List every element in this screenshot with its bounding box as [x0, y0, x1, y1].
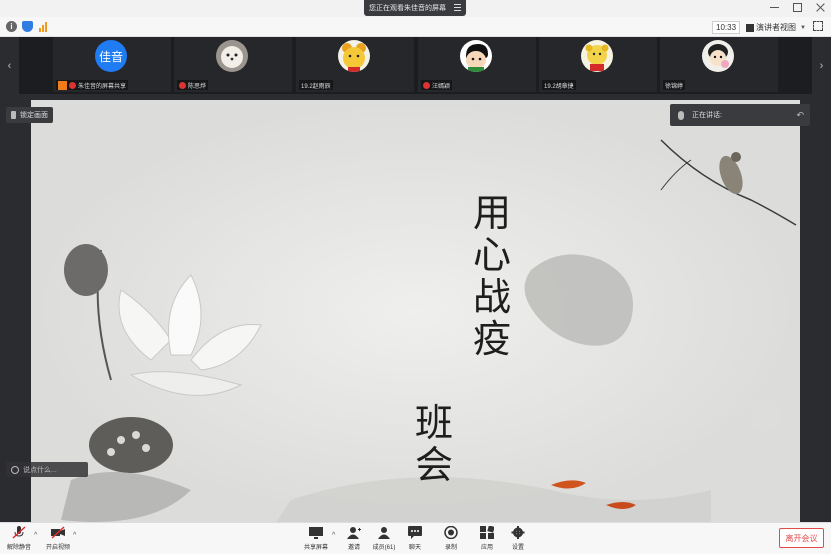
leave-meeting-button[interactable]: 离开会议: [779, 528, 824, 548]
avatar: [460, 40, 492, 72]
record-label: 录制: [444, 545, 457, 551]
participant-tile[interactable]: 佳音 朱佳音的屏幕共享: [53, 37, 171, 92]
window-titlebar: 您正在观看朱佳音的屏幕: [0, 0, 831, 17]
chevron-down-icon: ▼: [800, 24, 806, 31]
record-button[interactable]: 录制: [434, 525, 468, 551]
participant-tile[interactable]: 19.2赵雨辰: [296, 37, 414, 92]
close-icon[interactable]: [816, 3, 825, 12]
view-mode-label: 演讲者视图: [756, 23, 796, 32]
shield-icon[interactable]: [22, 21, 33, 32]
chevron-up-icon[interactable]: ^: [73, 532, 76, 539]
speaking-indicator: 正在讲话: ↶: [670, 104, 810, 126]
chat-label: 聊天: [408, 545, 421, 551]
participant-name-tag: 徐锦婷: [663, 80, 686, 90]
speaking-label: 正在讲话:: [692, 112, 722, 119]
gear-icon: [511, 526, 525, 539]
chevron-up-icon[interactable]: ^: [34, 532, 37, 539]
apps-icon: [480, 525, 495, 539]
participant-name: 陈思烨: [188, 83, 207, 90]
participant-strip: ‹ 佳音 朱佳音的屏幕共享 陈思烨 19.2赵雨辰 汪嫣颖 19.2胡章捷 徐锦…: [0, 37, 831, 94]
settings-label: 设置: [511, 545, 524, 551]
participant-tile[interactable]: 19.2胡章捷: [539, 37, 657, 92]
participant-tile[interactable]: 陈思烨: [174, 37, 292, 92]
participant-name-tag: 19.2胡章捷: [542, 80, 576, 90]
unmute-label: 解除静音: [6, 545, 31, 551]
invite-button[interactable]: 邀请: [337, 526, 371, 551]
invite-label: 邀请: [347, 545, 360, 551]
avatar: 佳音: [95, 40, 127, 72]
share-screen-button[interactable]: 共享屏幕: [299, 526, 333, 551]
unmute-button[interactable]: 解除静音: [2, 526, 36, 551]
apps-label: 应用: [480, 545, 493, 551]
mic-muted-icon: [69, 81, 76, 89]
apps-button[interactable]: 应用: [470, 525, 504, 551]
slide-title-sub: 班会: [414, 401, 453, 487]
participant-name: 朱佳音的屏幕共享: [78, 83, 127, 90]
shared-slide: 用心战疫 班会: [31, 100, 800, 522]
chat-placeholder: 说点什么...: [23, 466, 57, 474]
slide-title-main: 用心战疫: [472, 191, 511, 361]
participant-tile[interactable]: 徐锦婷: [660, 37, 778, 92]
chat-icon: [408, 526, 422, 539]
info-icon[interactable]: i: [6, 21, 17, 32]
chat-button[interactable]: 聊天: [398, 526, 432, 551]
mic-muted-icon: [12, 526, 26, 539]
members-icon: [377, 526, 391, 539]
minimize-icon[interactable]: [770, 3, 779, 12]
status-icons: i: [6, 21, 49, 32]
meeting-clock: 10:33: [712, 21, 741, 34]
pin-label: 锁定画面: [20, 112, 48, 119]
avatar: [702, 40, 734, 72]
camera-off-icon: [51, 526, 65, 539]
chat-input[interactable]: 说点什么...: [6, 462, 88, 477]
return-icon[interactable]: ↶: [796, 110, 804, 121]
start-video-button[interactable]: 开启视频: [41, 526, 75, 551]
share-badge-icon: [58, 80, 67, 90]
meeting-controls-bar: 解除静音 ^ 开启视频 ^ 共享屏幕 ^ 邀请 成员(61) 聊天 录制 应用 …: [0, 522, 831, 554]
emoji-icon[interactable]: [11, 465, 19, 474]
share-screen-icon: [309, 526, 323, 539]
menu-icon[interactable]: [454, 4, 461, 11]
signal-icon[interactable]: [38, 21, 49, 32]
participant-name-tag: 汪嫣颖: [421, 80, 453, 90]
view-mode-button[interactable]: 演讲者视图 ▼: [746, 21, 806, 34]
mic-muted-icon: [179, 81, 186, 89]
mic-icon: [678, 110, 684, 120]
viewing-banner[interactable]: 您正在观看朱佳音的屏幕: [364, 0, 466, 16]
participant-name: 19.2赵雨辰: [301, 83, 331, 90]
pin-icon: [11, 111, 16, 119]
window-controls: [770, 3, 825, 12]
maximize-icon[interactable]: [793, 3, 802, 12]
meeting-toolbar: i 10:33 演讲者视图 ▼: [0, 17, 831, 37]
participant-name-tag: 19.2赵雨辰: [299, 80, 333, 90]
participant-tile[interactable]: 汪嫣颖: [418, 37, 536, 92]
participant-name: 19.2胡章捷: [544, 83, 574, 90]
invite-icon: [347, 526, 361, 539]
avatar: [581, 40, 613, 72]
fullscreen-icon[interactable]: [813, 21, 823, 31]
grid-icon: [746, 23, 754, 32]
avatar: [216, 40, 248, 72]
participant-name: 汪嫣颖: [432, 83, 451, 90]
mic-muted-icon: [423, 81, 430, 89]
chevron-up-icon[interactable]: ^: [332, 532, 335, 539]
members-button[interactable]: 成员(61): [367, 526, 401, 551]
participant-name-tag: 陈思烨: [177, 80, 209, 90]
participant-name-tag: 朱佳音的屏幕共享: [56, 80, 129, 90]
strip-prev-button[interactable]: ‹: [0, 37, 19, 94]
viewing-label: 您正在观看朱佳音的屏幕: [369, 5, 446, 12]
participant-name: 徐锦婷: [665, 83, 684, 90]
avatar: [338, 40, 370, 72]
start-video-label: 开启视频: [45, 545, 70, 551]
strip-next-button[interactable]: ›: [812, 37, 831, 94]
settings-button[interactable]: 设置: [501, 526, 535, 551]
members-label: 成员(61): [372, 545, 396, 551]
record-icon: [444, 525, 458, 540]
share-screen-label: 共享屏幕: [303, 545, 328, 551]
pin-screen-button[interactable]: 锁定画面: [6, 107, 53, 123]
